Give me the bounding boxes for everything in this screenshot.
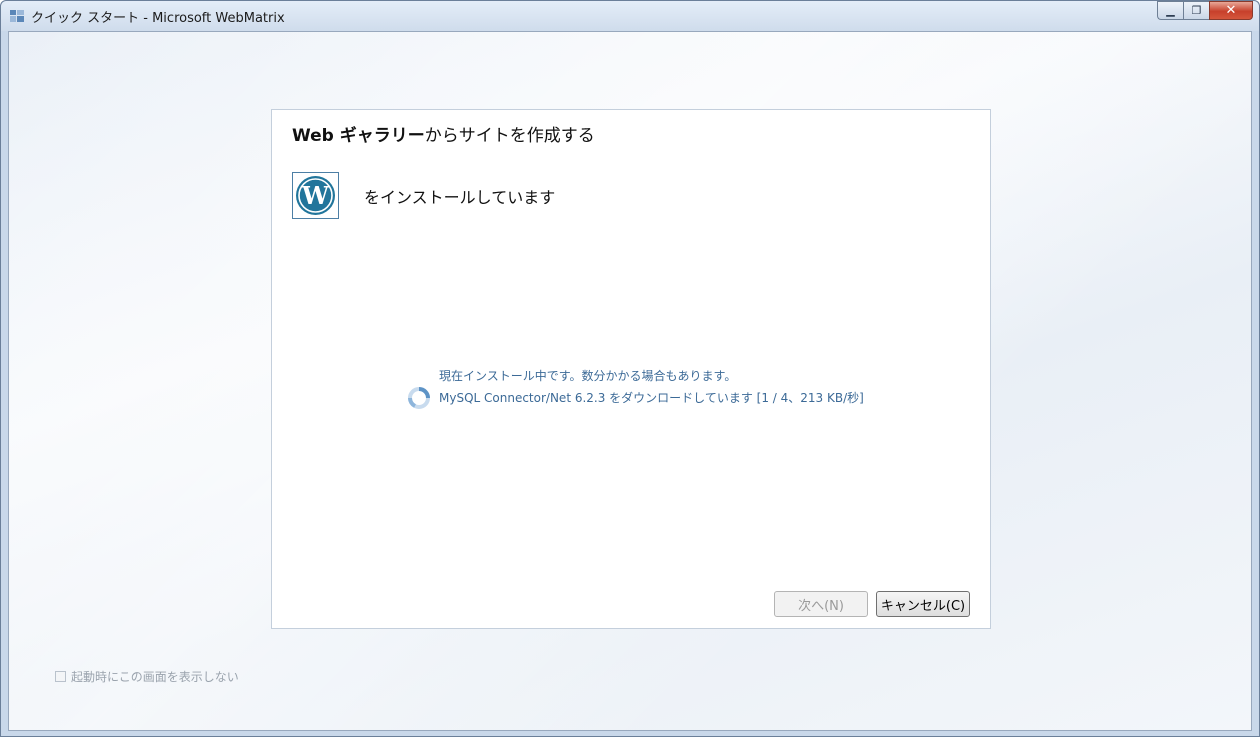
window-title: クイック スタート - Microsoft WebMatrix	[31, 11, 285, 26]
close-button[interactable]: ✕	[1209, 1, 1253, 20]
loading-spinner-icon	[407, 386, 431, 410]
show-on-startup-option[interactable]: 起動時にこの画面を表示しない	[55, 668, 239, 685]
webmatrix-app-icon	[9, 8, 25, 24]
svg-text:W: W	[301, 181, 330, 210]
client-area: Web ギャラリーからサイトを作成する W をインストールしています 現在インス…	[8, 31, 1252, 731]
panel-title-rest: からサイトを作成する	[424, 126, 595, 146]
maximize-button[interactable]: ❐	[1183, 1, 1209, 20]
panel-title-bold: Web ギャラリー	[292, 126, 425, 146]
minimize-icon: ▁	[1166, 4, 1175, 17]
panel-title: Web ギャラリーからサイトを作成する	[292, 121, 595, 146]
minimize-button[interactable]: ▁	[1157, 1, 1183, 20]
close-icon: ✕	[1225, 3, 1237, 18]
download-progress-text: MySQL Connector/Net 6.2.3 をダウンロードしています […	[439, 391, 864, 405]
maximize-icon: ❐	[1191, 4, 1202, 17]
installing-label: をインストールしています	[364, 188, 556, 207]
cancel-button[interactable]: キャンセル(C)	[876, 591, 970, 617]
wordpress-logo-icon: W	[292, 172, 339, 219]
app-window: クイック スタート - Microsoft WebMatrix ▁ ❐ ✕ We…	[0, 0, 1260, 737]
status-message: 現在インストール中です。数分かかる場合もあります。	[439, 369, 737, 383]
show-on-startup-label: 起動時にこの画面を表示しない	[71, 670, 239, 684]
show-on-startup-checkbox[interactable]	[55, 671, 66, 682]
title-bar[interactable]: クイック スタート - Microsoft WebMatrix ▁ ❐ ✕	[1, 1, 1259, 31]
next-button[interactable]: 次へ(N)	[774, 591, 868, 617]
quick-start-panel: Web ギャラリーからサイトを作成する W をインストールしています 現在インス…	[271, 109, 991, 629]
caption-buttons: ▁ ❐ ✕	[1157, 1, 1253, 21]
